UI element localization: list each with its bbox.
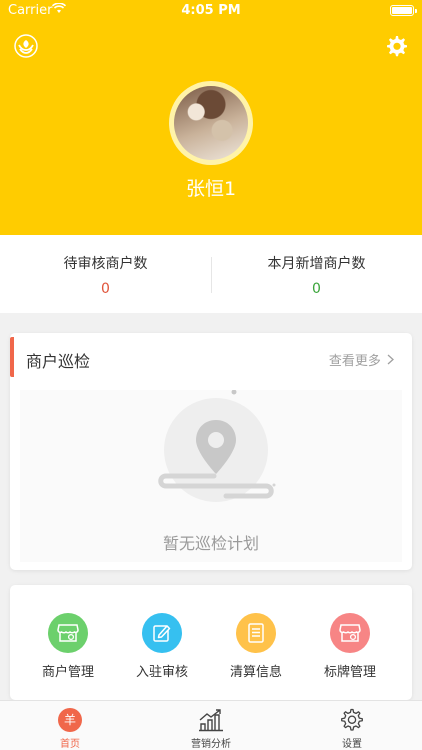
avatar-image bbox=[174, 86, 248, 160]
profile-header: Carrier 4:05 PM 张恒1 bbox=[0, 0, 422, 235]
tab-marketing-analysis[interactable]: 营销分析 bbox=[141, 707, 281, 750]
menu-item-signboard-management[interactable]: 标牌管理 bbox=[300, 613, 400, 680]
document-icon bbox=[236, 613, 276, 653]
avatar[interactable] bbox=[169, 81, 253, 165]
status-bar: Carrier 4:05 PM bbox=[0, 0, 422, 22]
home-icon: 羊 bbox=[58, 708, 82, 732]
stat-pending-merchants: 待审核商户数 0 bbox=[0, 253, 211, 297]
battery-icon bbox=[390, 5, 417, 16]
inspection-card-header: 商户巡检 查看更多 bbox=[10, 333, 412, 379]
stat-label: 待审核商户数 bbox=[63, 256, 148, 272]
menu-label: 商户管理 bbox=[41, 665, 94, 680]
shop-icon bbox=[48, 613, 88, 653]
inspection-card: 商户巡检 查看更多 暂无巡检计划 bbox=[10, 333, 412, 570]
tab-settings[interactable]: 设置 bbox=[282, 707, 422, 750]
tab-label: 营销分析 bbox=[191, 739, 231, 750]
menu-label: 清算信息 bbox=[229, 665, 282, 680]
gear-icon bbox=[282, 707, 422, 733]
merchant-stats: 待审核商户数 0 本月新增商户数 0 bbox=[0, 235, 422, 313]
tab-bar: 羊 首页 营销分析 设置 bbox=[0, 700, 422, 750]
clock-label: 4:05 PM bbox=[181, 3, 241, 18]
see-more-link[interactable]: 查看更多 bbox=[329, 350, 394, 369]
menu-label: 入驻审核 bbox=[135, 665, 188, 680]
stat-value: 0 bbox=[101, 281, 110, 297]
user-name: 张恒1 bbox=[185, 178, 237, 200]
menu-item-onboarding-review[interactable]: 入驻审核 bbox=[112, 613, 212, 680]
app-logo-icon bbox=[14, 34, 38, 58]
map-pin-icon bbox=[156, 389, 276, 510]
signboard-icon bbox=[330, 613, 370, 653]
stat-new-merchants: 本月新增商户数 0 bbox=[211, 253, 422, 297]
stat-value: 0 bbox=[312, 281, 321, 297]
empty-state: 暂无巡检计划 bbox=[20, 389, 402, 562]
tab-label: 设置 bbox=[342, 739, 362, 750]
edit-icon bbox=[142, 613, 182, 653]
tab-home[interactable]: 羊 首页 bbox=[0, 707, 140, 750]
chevron-right-icon bbox=[383, 354, 394, 369]
chart-icon bbox=[141, 707, 281, 733]
quick-menu-card: 商户管理 入驻审核 清算信息 标牌管理 bbox=[10, 585, 412, 700]
menu-label: 标牌管理 bbox=[323, 665, 376, 680]
settings-gear-button[interactable] bbox=[384, 34, 408, 58]
accent-bar bbox=[10, 337, 14, 377]
stat-label: 本月新增商户数 bbox=[267, 256, 366, 272]
tab-label: 首页 bbox=[60, 739, 80, 750]
menu-item-merchant-management[interactable]: 商户管理 bbox=[18, 613, 118, 680]
menu-item-settlement-info[interactable]: 清算信息 bbox=[206, 613, 306, 680]
see-more-label: 查看更多 bbox=[328, 354, 381, 369]
gear-icon bbox=[387, 36, 407, 57]
empty-state-text: 暂无巡检计划 bbox=[162, 534, 259, 553]
inspection-title: 商户巡检 bbox=[26, 352, 91, 371]
